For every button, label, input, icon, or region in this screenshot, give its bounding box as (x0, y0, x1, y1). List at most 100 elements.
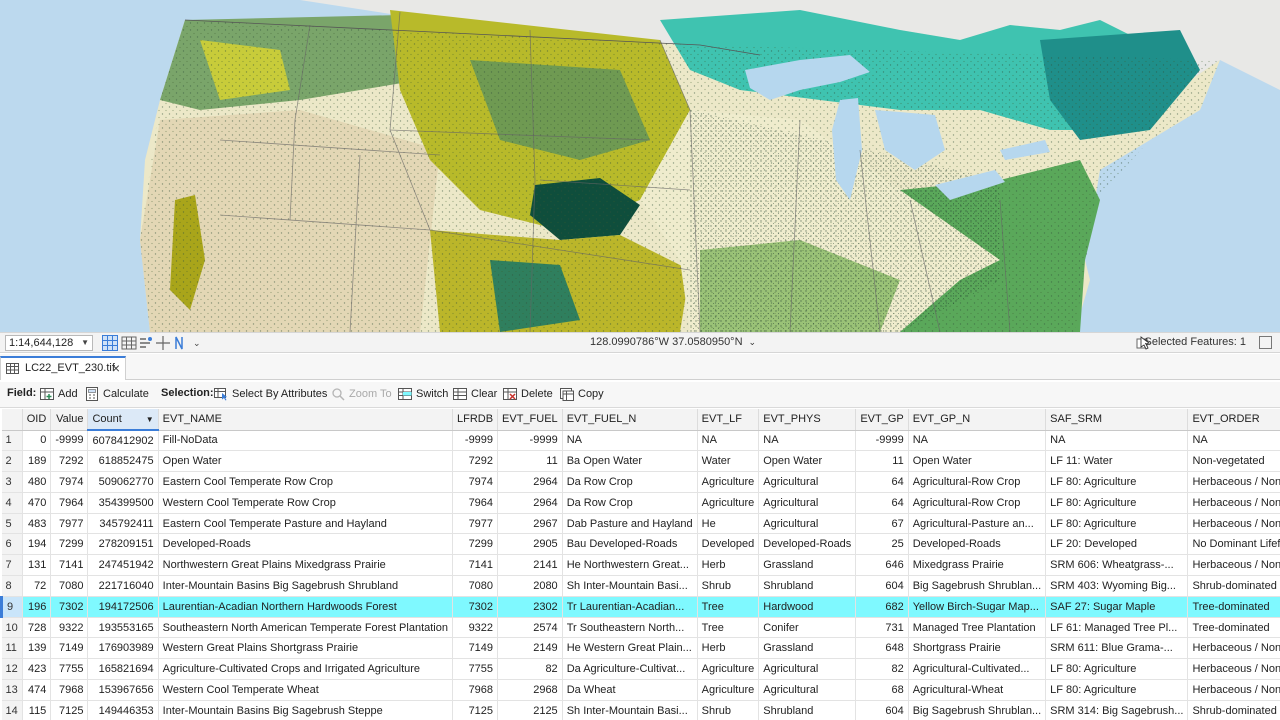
cell-evt-gp[interactable]: 11 (855, 450, 909, 473)
cell-evt-fuel[interactable]: 2141 (497, 554, 563, 577)
cell-evt-phys[interactable]: Open Water (758, 450, 857, 473)
sort-descending-icon[interactable]: ▼ (146, 415, 154, 424)
table-row[interactable]: 3 480 7974 509062770 Eastern Cool Temperate … (1, 471, 1280, 493)
cell-evt-order[interactable]: Shrub-dominated (1187, 700, 1280, 720)
cell-oid[interactable]: 131 (22, 554, 52, 577)
cell-evt-gp-n[interactable]: Agricultural-Wheat (908, 679, 1047, 701)
cell-count[interactable]: 193553165 (87, 617, 159, 639)
cell-lfrdb[interactable]: 7977 (452, 513, 499, 535)
cell-evt-fuel[interactable]: 2574 (497, 617, 563, 639)
table-row[interactable]: 10 728 9322 193553165 Southeastern North Ame… (1, 617, 1280, 639)
cell-evt-fuel[interactable]: 2080 (497, 575, 563, 597)
row-number[interactable]: 3 (1, 471, 23, 493)
cell-count[interactable]: 345792411 (87, 513, 159, 535)
table-row[interactable]: 11 139 7149 176903989 Western Great Plains S… (1, 637, 1280, 660)
cell-oid[interactable]: 483 (22, 513, 52, 535)
cell-oid[interactable]: 423 (22, 658, 52, 681)
cell-evt-gp-n[interactable]: NA (908, 430, 1047, 452)
row-number[interactable]: 14 (1, 700, 23, 720)
cell-evt-fuel[interactable]: 2905 (497, 533, 563, 556)
cell-evt-fuel-n[interactable]: He Western Great Plain... (562, 637, 698, 660)
cell-lfrdb[interactable]: 7964 (452, 492, 499, 514)
cell-evt-fuel-n[interactable]: Ba Open Water (562, 450, 698, 473)
north-arrow-icon[interactable] (172, 335, 188, 351)
cell-oid[interactable]: 470 (22, 492, 52, 514)
cell-oid[interactable]: 72 (22, 575, 52, 597)
cell-evt-name[interactable]: Western Cool Temperate Wheat (158, 679, 453, 701)
cell-evt-lf[interactable]: Tree (697, 596, 760, 618)
table-row[interactable]: 14 115 7125 149446353 Inter-Mountain Basins … (1, 700, 1280, 720)
cell-evt-fuel[interactable]: 2964 (497, 471, 563, 493)
row-header-corner[interactable] (1, 409, 23, 431)
cell-evt-order[interactable]: Herbaceous / Nonvascu... (1187, 637, 1280, 660)
cell-value[interactable]: 7974 (50, 471, 89, 493)
table-row[interactable]: 13 474 7968 153967656 Western Cool Temperate… (1, 679, 1280, 701)
cell-evt-gp[interactable]: 68 (855, 679, 909, 701)
cell-evt-phys[interactable]: Agricultural (758, 513, 857, 535)
cell-evt-name[interactable]: Open Water (158, 450, 453, 473)
column-header-evt-gp-n[interactable]: EVT_GP_N (908, 409, 1047, 431)
tab-attribute-table[interactable]: LC22_EVT_230.tif × (0, 356, 126, 380)
cell-evt-lf[interactable]: Water (697, 450, 760, 473)
cell-evt-fuel-n[interactable]: Tr Southeastern North... (562, 617, 698, 639)
cell-value[interactable]: 9322 (50, 617, 89, 639)
cell-evt-gp-n[interactable]: Mixedgrass Prairie (908, 554, 1047, 577)
cell-value[interactable]: 7299 (50, 533, 89, 556)
column-header-oid[interactable]: OID (22, 409, 52, 431)
cell-evt-gp-n[interactable]: Agricultural-Cultivated... (908, 658, 1047, 681)
cell-value[interactable]: 7964 (50, 492, 89, 514)
cell-evt-lf[interactable]: Agriculture (697, 492, 760, 514)
cell-evt-gp[interactable]: 604 (855, 700, 909, 720)
column-header-evt-fuel[interactable]: EVT_FUEL (497, 409, 563, 431)
cell-evt-order[interactable]: Herbaceous / Nonvascu... (1187, 658, 1280, 681)
column-header-evt-order[interactable]: EVT_ORDER (1187, 409, 1280, 431)
cell-evt-fuel-n[interactable]: Da Agriculture-Cultivat... (562, 658, 698, 681)
column-header-evt-lf[interactable]: EVT_LF (697, 409, 760, 431)
cell-count[interactable]: 509062770 (87, 471, 159, 493)
column-header-saf-srm[interactable]: SAF_SRM (1045, 409, 1189, 431)
cell-oid[interactable]: 196 (22, 596, 52, 618)
cell-evt-phys[interactable]: Shrubland (758, 700, 857, 720)
cell-saf-srm[interactable]: LF 61: Managed Tree Pl... (1045, 617, 1189, 639)
cell-evt-phys[interactable]: Grassland (758, 554, 857, 577)
cell-evt-lf[interactable]: Agriculture (697, 658, 760, 681)
row-number[interactable]: 10 (1, 617, 23, 639)
cell-evt-gp[interactable]: 67 (855, 513, 909, 535)
cell-evt-fuel-n[interactable]: Bau Developed-Roads (562, 533, 698, 556)
cell-evt-gp-n[interactable]: Yellow Birch-Sugar Map... (908, 596, 1047, 618)
table-row[interactable]: 9 196 7302 194172506 Laurentian-Acadian Nort… (0, 596, 1280, 618)
cell-lfrdb[interactable]: 9322 (452, 617, 499, 639)
cell-evt-gp-n[interactable]: Big Sagebrush Shrublan... (908, 575, 1047, 597)
cell-evt-fuel-n[interactable]: Sh Inter-Mountain Basi... (562, 700, 698, 720)
row-number[interactable]: 2 (1, 450, 23, 473)
clear-selection-button[interactable]: Clear (453, 387, 497, 401)
cell-lfrdb[interactable]: 7125 (452, 700, 499, 720)
cell-evt-fuel[interactable]: 2302 (497, 596, 563, 618)
column-header-value[interactable]: Value (50, 409, 89, 431)
cell-saf-srm[interactable]: SRM 606: Wheatgrass-... (1045, 554, 1189, 577)
cell-lfrdb[interactable]: 7974 (452, 471, 499, 493)
cell-saf-srm[interactable]: SAF 27: Sugar Maple (1045, 596, 1189, 618)
cell-value[interactable]: 7755 (50, 658, 89, 681)
cell-count[interactable]: 153967656 (87, 679, 159, 701)
column-header-evt-gp[interactable]: EVT_GP (855, 409, 909, 431)
cell-count[interactable]: 278209151 (87, 533, 159, 556)
column-header-lfrdb[interactable]: LFRDB (452, 409, 499, 431)
row-number[interactable]: 9 (0, 596, 23, 618)
cell-evt-order[interactable]: Herbaceous / Nonvascu... (1187, 679, 1280, 701)
pause-drawing-icon[interactable] (1259, 336, 1272, 349)
cell-evt-fuel[interactable]: 11 (497, 450, 563, 473)
cell-evt-fuel-n[interactable]: Da Row Crop (562, 471, 698, 493)
cell-saf-srm[interactable]: LF 11: Water (1045, 450, 1189, 473)
chevron-down-icon[interactable]: ⌄ (193, 335, 209, 351)
table-row[interactable]: 12 423 7755 165821694 Agriculture-Cultivated… (1, 658, 1280, 681)
cell-evt-gp-n[interactable]: Agricultural-Row Crop (908, 492, 1047, 514)
cell-lfrdb[interactable]: 7080 (452, 575, 499, 597)
column-header-evt-fuel-n[interactable]: EVT_FUEL_N (562, 409, 698, 431)
cell-saf-srm[interactable]: NA (1045, 430, 1189, 452)
cell-evt-phys[interactable]: Developed-Roads (758, 533, 857, 556)
cell-evt-lf[interactable]: Herb (697, 637, 760, 660)
cell-evt-fuel-n[interactable]: Sh Inter-Mountain Basi... (562, 575, 698, 597)
cell-lfrdb[interactable]: 7302 (452, 596, 499, 618)
cell-evt-gp[interactable]: 682 (855, 596, 909, 618)
